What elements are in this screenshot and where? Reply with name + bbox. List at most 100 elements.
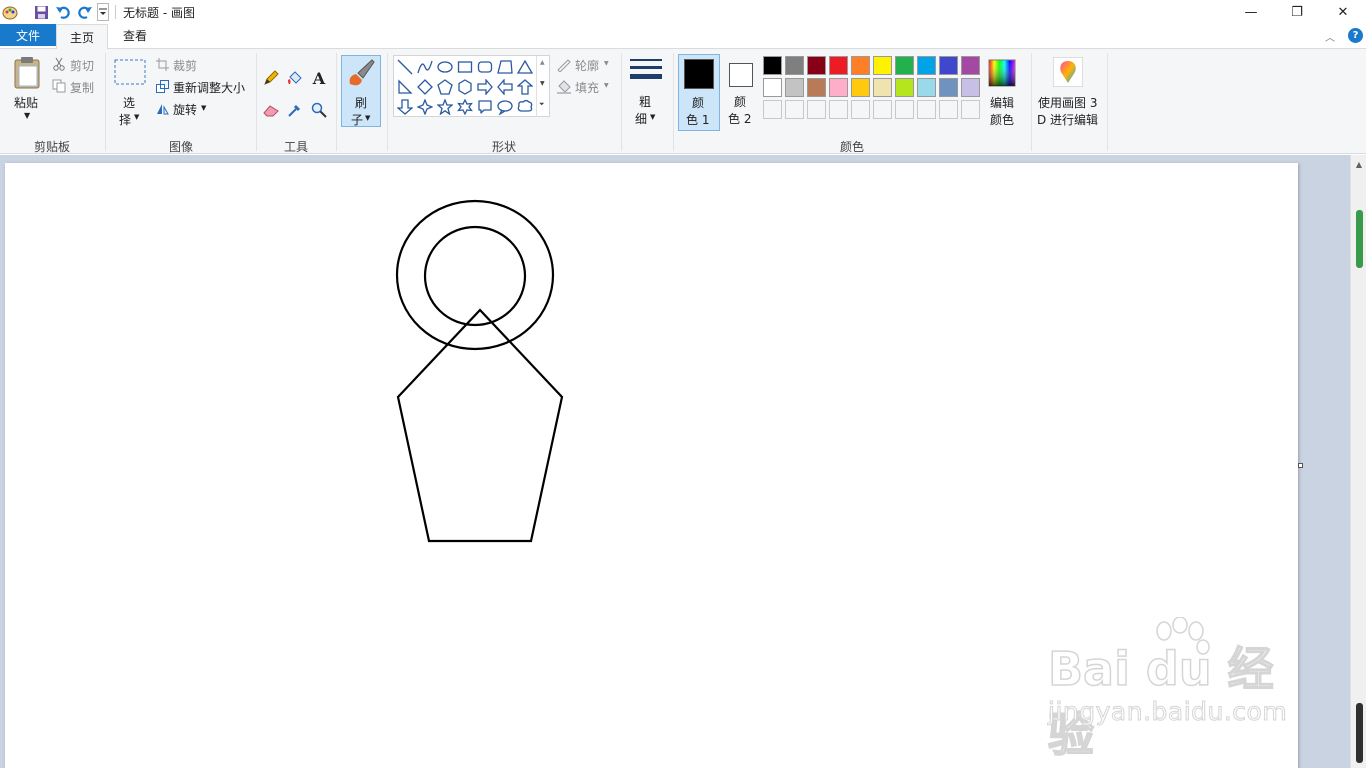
save-icon[interactable] (31, 2, 51, 22)
five-point-star-shape-icon[interactable] (435, 97, 455, 117)
palette-swatch[interactable] (939, 78, 958, 97)
resize-button[interactable]: 重新调整大小 (173, 79, 245, 96)
curve-shape-icon[interactable] (415, 57, 435, 77)
scroll-up-icon[interactable]: ▲ (1351, 157, 1366, 171)
shapes-scroll-up-icon[interactable]: ▲ (540, 59, 545, 66)
palette-swatch[interactable] (917, 56, 936, 75)
eraser-icon[interactable] (262, 101, 280, 119)
redo-icon[interactable] (75, 2, 95, 22)
down-arrow-shape-icon[interactable] (395, 97, 415, 117)
palette-swatch[interactable] (917, 78, 936, 97)
edit-colors-label-line1[interactable]: 编辑 (990, 94, 1014, 111)
right-triangle-shape-icon[interactable] (395, 77, 415, 97)
pentagon-shape-icon[interactable] (435, 77, 455, 97)
scrollbar-thumb[interactable] (1356, 210, 1363, 268)
palette-custom-slot[interactable] (763, 100, 782, 119)
brushes-button[interactable]: 刷 子 ▼ (341, 55, 381, 127)
edit-colors-icon[interactable] (988, 59, 1016, 87)
tab-view[interactable]: 查看 (112, 24, 158, 46)
left-arrow-shape-icon[interactable] (495, 77, 515, 97)
triangle-shape-icon[interactable] (515, 57, 535, 77)
paint3d-button[interactable]: 使用画图 3 D 进行编辑 (1035, 53, 1105, 133)
palette-custom-slot[interactable] (961, 100, 980, 119)
four-point-star-shape-icon[interactable] (415, 97, 435, 117)
close-button[interactable]: ✕ (1320, 0, 1366, 24)
select-icon[interactable] (114, 59, 146, 85)
right-arrow-shape-icon[interactable] (475, 77, 495, 97)
tab-file[interactable]: 文件 (0, 24, 56, 46)
palette-custom-slot[interactable] (917, 100, 936, 119)
diamond-shape-icon[interactable] (415, 77, 435, 97)
palette-swatch[interactable] (763, 56, 782, 75)
shapes-scrollbar[interactable]: ▲ ▼ ⏷ (536, 56, 550, 117)
palette-swatch[interactable] (939, 56, 958, 75)
palette-custom-slot[interactable] (939, 100, 958, 119)
rounded-rectangle-shape-icon[interactable] (475, 57, 495, 77)
crop-button[interactable]: 裁剪 (173, 57, 197, 74)
palette-custom-slot[interactable] (785, 100, 804, 119)
help-icon[interactable]: ? (1348, 28, 1363, 43)
rounded-callout-shape-icon[interactable] (475, 97, 495, 117)
color2-button[interactable]: 颜 色 2 (722, 54, 760, 131)
paste-icon[interactable] (12, 55, 42, 91)
rectangle-shape-icon[interactable] (455, 57, 475, 77)
paste-button[interactable]: 粘贴 (14, 94, 38, 111)
canvas-resize-handle[interactable] (1298, 463, 1303, 468)
rotate-button[interactable]: 旋转 (173, 101, 197, 118)
palette-custom-slot[interactable] (851, 100, 870, 119)
fill-bucket-icon[interactable] (286, 69, 304, 87)
palette-swatch[interactable] (961, 78, 980, 97)
maximize-button[interactable]: ❐ (1274, 0, 1320, 24)
hexagon-shape-icon[interactable] (455, 77, 475, 97)
palette-swatch[interactable] (785, 78, 804, 97)
palette-swatch[interactable] (829, 78, 848, 97)
palette-swatch[interactable] (851, 78, 870, 97)
color1-button[interactable]: 颜 色 1 (678, 54, 720, 131)
paste-dropdown-icon[interactable]: ▼ (24, 111, 30, 120)
cloud-callout-shape-icon[interactable] (515, 97, 535, 117)
minimize-button[interactable]: — (1228, 0, 1274, 24)
fill-dropdown-icon[interactable]: ▼ (604, 82, 609, 89)
outline-dropdown-icon[interactable]: ▼ (604, 60, 609, 67)
oval-shape-icon[interactable] (435, 57, 455, 77)
collapse-ribbon-icon[interactable]: ︿ (1322, 28, 1338, 44)
up-arrow-shape-icon[interactable] (515, 77, 535, 97)
polygon-shape-icon[interactable] (495, 57, 515, 77)
palette-swatch[interactable] (807, 78, 826, 97)
outline-button[interactable]: 轮廓 (575, 57, 599, 74)
undo-icon[interactable] (53, 2, 73, 22)
shapes-expand-icon[interactable]: ⏷ (539, 100, 545, 109)
palette-swatch[interactable] (895, 78, 914, 97)
color-picker-icon[interactable] (286, 101, 304, 119)
size-button[interactable]: 粗 细 ▼ (626, 55, 666, 127)
select-dropdown-icon[interactable]: ▼ (134, 113, 139, 121)
line-shape-icon[interactable] (395, 57, 415, 77)
palette-swatch[interactable] (873, 78, 892, 97)
tab-home[interactable]: 主页 (56, 24, 108, 49)
palette-custom-slot[interactable] (895, 100, 914, 119)
palette-swatch[interactable] (873, 56, 892, 75)
palette-swatch[interactable] (785, 56, 804, 75)
rotate-dropdown-icon[interactable]: ▼ (201, 104, 206, 112)
customize-quick-access-icon[interactable] (97, 3, 109, 21)
palette-custom-slot[interactable] (807, 100, 826, 119)
palette-swatch[interactable] (961, 56, 980, 75)
paint-app-icon[interactable] (0, 2, 20, 22)
select-button[interactable]: 选 (123, 94, 135, 111)
palette-swatch[interactable] (763, 78, 782, 97)
palette-swatch[interactable] (829, 56, 848, 75)
fill-button[interactable]: 填充 (575, 79, 599, 96)
pencil-icon[interactable] (262, 69, 280, 87)
copy-button[interactable]: 复制 (70, 79, 94, 96)
palette-swatch[interactable] (895, 56, 914, 75)
vertical-scrollbar[interactable]: ▲ (1350, 155, 1366, 768)
palette-custom-slot[interactable] (873, 100, 892, 119)
cut-button[interactable]: 剪切 (70, 57, 94, 74)
magnifier-icon[interactable] (310, 101, 328, 119)
oval-callout-shape-icon[interactable] (495, 97, 515, 117)
text-tool-icon[interactable]: A (310, 69, 328, 88)
palette-swatch[interactable] (851, 56, 870, 75)
palette-swatch[interactable] (807, 56, 826, 75)
six-point-star-shape-icon[interactable] (455, 97, 475, 117)
palette-custom-slot[interactable] (829, 100, 848, 119)
